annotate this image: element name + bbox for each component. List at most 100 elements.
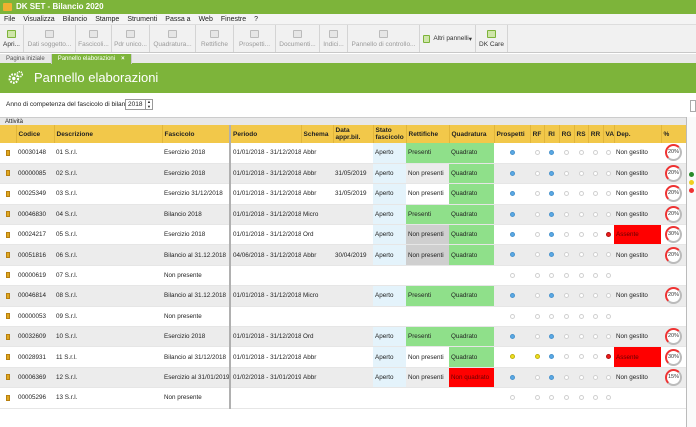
indicator-dot-icon[interactable]: [534, 374, 540, 380]
indicator-dot-icon[interactable]: [578, 232, 584, 238]
indicator-dot-icon[interactable]: [578, 211, 584, 217]
prospects-status-icon[interactable]: [509, 170, 515, 176]
indicator-dot-icon[interactable]: [578, 334, 584, 340]
toolbar-button-quadratura[interactable]: Quadratura...: [150, 25, 196, 52]
column-header-dep-[interactable]: Dep.: [614, 125, 662, 143]
indicator-dot-icon[interactable]: [578, 272, 584, 278]
indicator-dot-icon[interactable]: [549, 150, 554, 156]
indicator-dot-icon[interactable]: [606, 191, 611, 197]
indicator-dot-icon[interactable]: [593, 252, 598, 258]
column-header-rr[interactable]: RR: [588, 125, 604, 143]
column-header-schema[interactable]: Schema: [301, 125, 334, 143]
indicator-dot-icon[interactable]: [606, 334, 611, 340]
table-row[interactable]: 00006369 12 S.r.l. Esercizio al 31/01/2019…: [0, 367, 686, 389]
toolbar-button-apri[interactable]: Apri...: [0, 25, 24, 52]
toolbar-button-documenti[interactable]: Documenti...: [276, 25, 320, 52]
indicator-dot-icon[interactable]: [549, 293, 554, 299]
indicator-dot-icon[interactable]: [606, 211, 611, 217]
indicator-dot-icon[interactable]: [534, 354, 540, 360]
toolbar-button-dk-care[interactable]: DK Care: [476, 25, 508, 52]
indicator-dot-icon[interactable]: [606, 293, 611, 299]
indicator-dot-icon[interactable]: [534, 170, 540, 176]
indicator-dot-icon[interactable]: [564, 252, 569, 258]
table-row[interactable]: 00005296 13 S.r.l. Non presente: [0, 387, 686, 409]
toolbar-button-indici[interactable]: Indici...: [320, 25, 348, 52]
indicator-dot-icon[interactable]: [534, 252, 540, 258]
indicator-dot-icon[interactable]: [564, 211, 569, 217]
dropdown-arrow-icon[interactable]: ▾: [469, 35, 472, 43]
toolbar-button-dati-soggetto[interactable]: Dati soggetto...: [24, 25, 76, 52]
indicator-dot-icon[interactable]: [593, 191, 598, 197]
indicator-dot-icon[interactable]: [564, 150, 569, 156]
indicator-dot-icon[interactable]: [549, 374, 554, 380]
indicator-dot-icon[interactable]: [578, 170, 584, 176]
indicator-dot-icon[interactable]: [593, 211, 598, 217]
indicator-dot-icon[interactable]: [534, 232, 540, 238]
indicator-dot-icon[interactable]: [549, 252, 554, 258]
tab-pagina-iniziale[interactable]: Pagina iniziale: [0, 54, 52, 64]
spinner-arrows-icon[interactable]: ▲ ▼: [145, 99, 152, 109]
prospects-status-icon[interactable]: [509, 191, 515, 197]
prospects-status-icon[interactable]: [509, 313, 515, 319]
indicator-dot-icon[interactable]: [534, 272, 540, 278]
column-header-rf[interactable]: RF: [530, 125, 545, 143]
indicator-dot-icon[interactable]: [534, 211, 540, 217]
indicator-dot-icon[interactable]: [549, 170, 554, 176]
indicator-dot-icon[interactable]: [593, 232, 598, 238]
column-header-%[interactable]: %: [661, 125, 686, 143]
indicator-dot-icon[interactable]: [606, 395, 611, 401]
indicator-dot-icon[interactable]: [549, 272, 554, 278]
indicator-dot-icon[interactable]: [549, 395, 554, 401]
close-tab-icon[interactable]: ×: [121, 56, 125, 62]
indicator-dot-icon[interactable]: [564, 313, 569, 319]
indicator-dot-icon[interactable]: [606, 374, 611, 380]
menu-item-visualizza[interactable]: Visualizza: [19, 14, 58, 24]
year-spinner[interactable]: 2018 ▲ ▼: [125, 99, 153, 110]
indicator-dot-icon[interactable]: [593, 272, 598, 278]
indicator-dot-icon[interactable]: [534, 313, 540, 319]
indicator-dot-icon[interactable]: [578, 395, 584, 401]
indicator-dot-icon[interactable]: [549, 354, 554, 360]
indicator-dot-icon[interactable]: [534, 293, 540, 299]
indicator-dot-icon[interactable]: [564, 272, 569, 278]
table-row[interactable]: 00051816 06 S.r.l. Bilancio al 31.12.2018 0…: [0, 244, 686, 266]
indicator-dot-icon[interactable]: [564, 170, 569, 176]
column-header-fascicolo[interactable]: Fascicolo: [162, 125, 231, 143]
side-panel-toggle[interactable]: [690, 100, 696, 112]
indicator-dot-icon[interactable]: [593, 334, 598, 340]
menu-item-file[interactable]: File: [0, 14, 19, 24]
indicator-dot-icon[interactable]: [606, 354, 611, 360]
column-header-va[interactable]: VA: [603, 125, 615, 143]
indicator-dot-icon[interactable]: [549, 334, 554, 340]
indicator-dot-icon[interactable]: [578, 374, 584, 380]
table-row[interactable]: 00046830 04 S.r.l. Bilancio 2018 01/01/2018…: [0, 204, 686, 226]
toolbar-button-pdr-unico[interactable]: Pdr unico...: [112, 25, 150, 52]
table-row[interactable]: 00024217 05 S.r.l. Esercizio 2018 01/01/201…: [0, 224, 686, 246]
menu-item-web[interactable]: Web: [195, 14, 217, 24]
table-row[interactable]: 00028931 11 S.r.l. Bilancio al 31/12/2018 0…: [0, 346, 686, 368]
tab-pannello-elaborazioni[interactable]: Pannello elaborazioni ×: [51, 54, 132, 64]
toolbar-button-pannello-di-controllo[interactable]: Pannello di controllo...: [348, 25, 420, 52]
menu-item-stampe[interactable]: Stampe: [91, 14, 123, 24]
indicator-dot-icon[interactable]: [549, 211, 554, 217]
column-header-rg[interactable]: RG: [559, 125, 575, 143]
column-header-ri[interactable]: RI: [544, 125, 560, 143]
prospects-status-icon[interactable]: [509, 374, 515, 380]
indicator-dot-icon[interactable]: [564, 374, 569, 380]
indicator-dot-icon[interactable]: [606, 170, 611, 176]
indicator-dot-icon[interactable]: [578, 191, 584, 197]
table-row[interactable]: 00030148 01 S.r.l. Esercizio 2018 01/01/201…: [0, 143, 686, 164]
prospects-status-icon[interactable]: [509, 334, 515, 340]
menu-item-passa-a[interactable]: Passa a: [161, 14, 194, 24]
indicator-dot-icon[interactable]: [593, 170, 598, 176]
indicator-dot-icon[interactable]: [534, 395, 540, 401]
toolbar-button-fascicoli[interactable]: Fascicoli...: [76, 25, 112, 52]
indicator-dot-icon[interactable]: [578, 313, 584, 319]
table-row[interactable]: 00025349 03 S.r.l. Esercizio 31/12/2018 01/…: [0, 183, 686, 205]
indicator-dot-icon[interactable]: [549, 191, 554, 197]
indicator-dot-icon[interactable]: [578, 354, 584, 360]
indicator-dot-icon[interactable]: [578, 150, 584, 156]
indicator-dot-icon[interactable]: [578, 293, 584, 299]
indicator-dot-icon[interactable]: [606, 252, 611, 258]
column-header-quadratura[interactable]: Quadratura: [449, 125, 495, 143]
